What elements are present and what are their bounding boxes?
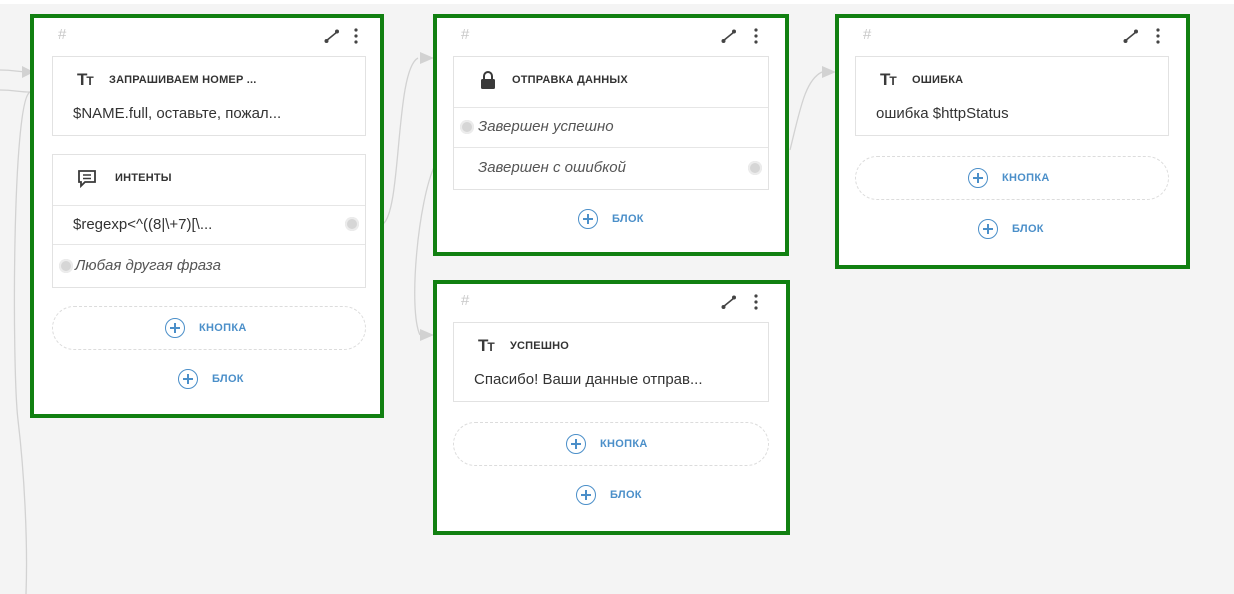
lock-icon bbox=[481, 71, 495, 89]
send-data-card-header: ОТПРАВКА ДАННЫХ bbox=[454, 57, 768, 108]
error-card-title: ОШИБКА bbox=[912, 74, 964, 86]
node-header: # bbox=[437, 284, 786, 320]
more-vertical-icon[interactable] bbox=[1153, 27, 1163, 45]
add-button-pill[interactable]: КНОПКА bbox=[52, 306, 366, 350]
arrow-error bbox=[822, 66, 836, 78]
flow-canvas[interactable]: # TT ЗАПРАШИВАЕМ НОМЕР ... $NAME.full, о… bbox=[0, 0, 1234, 594]
plus-circle-icon bbox=[178, 369, 198, 389]
more-vertical-icon[interactable] bbox=[751, 293, 761, 311]
connect-line-icon[interactable] bbox=[721, 294, 737, 310]
plus-circle-icon bbox=[165, 318, 185, 338]
intents-card-title: ИНТЕНТЫ bbox=[115, 172, 172, 184]
message-card[interactable]: TT ЗАПРАШИВАЕМ НОМЕР ... $NAME.full, ост… bbox=[52, 56, 366, 136]
add-block-button[interactable]: БЛОК bbox=[978, 219, 1044, 239]
add-block-label: БЛОК bbox=[612, 213, 644, 225]
add-button-pill[interactable]: КНОПКА bbox=[855, 156, 1169, 200]
add-block-button[interactable]: БЛОК bbox=[578, 209, 644, 229]
add-button-label: КНОПКА bbox=[1002, 172, 1050, 184]
arrow-send bbox=[420, 52, 434, 64]
plus-circle-icon bbox=[578, 209, 598, 229]
node-send-data[interactable]: # ОТПРАВКА ДАННЫХ Завершен успешно Завер… bbox=[433, 14, 789, 256]
node-header: # bbox=[34, 18, 380, 54]
message-card-header: TT ЗАПРАШИВАЕМ НОМЕР ... bbox=[53, 57, 365, 105]
more-vertical-icon[interactable] bbox=[351, 27, 361, 45]
success-message-card[interactable]: TT УСПЕШНО Спасибо! Ваши данные отправ..… bbox=[453, 322, 769, 402]
intent-row-text: Любая другая фраза bbox=[75, 257, 221, 274]
text-format-icon: TT bbox=[478, 336, 495, 355]
node-error[interactable]: # TT ОШИБКА ошибка $httpStatus КНОПКА БЛ… bbox=[835, 14, 1190, 269]
link-intent-to-send bbox=[382, 57, 419, 225]
intent-row-other[interactable]: Любая другая фраза bbox=[53, 245, 365, 287]
intent-row-text: $regexp<^((8|\+7)[\... bbox=[73, 216, 213, 233]
result-row-error[interactable]: Завершен с ошибкой bbox=[454, 148, 768, 190]
add-block-label: БЛОК bbox=[610, 489, 642, 501]
arrow-success bbox=[420, 329, 434, 341]
text-format-icon: TT bbox=[77, 70, 94, 89]
add-block-label: БЛОК bbox=[212, 373, 244, 385]
connect-line-icon[interactable] bbox=[1123, 28, 1139, 44]
hash-label: # bbox=[58, 26, 67, 43]
connect-line-icon[interactable] bbox=[324, 28, 340, 44]
intents-card-header: ИНТЕНТЫ bbox=[53, 155, 365, 206]
output-port[interactable] bbox=[345, 217, 359, 231]
node-request-number[interactable]: # TT ЗАПРАШИВАЕМ НОМЕР ... $NAME.full, о… bbox=[30, 14, 384, 418]
node-header: # bbox=[839, 18, 1186, 54]
message-card-title: ЗАПРАШИВАЕМ НОМЕР ... bbox=[109, 74, 257, 86]
add-button-pill[interactable]: КНОПКА bbox=[453, 422, 769, 466]
intent-row-regexp[interactable]: $regexp<^((8|\+7)[\... bbox=[53, 205, 365, 244]
add-block-button[interactable]: БЛОК bbox=[178, 369, 244, 389]
result-row-text: Завершен с ошибкой bbox=[478, 159, 626, 176]
success-card-text: Спасибо! Ваши данные отправ... bbox=[474, 371, 703, 388]
link-send-to-error bbox=[789, 71, 823, 151]
plus-circle-icon bbox=[576, 485, 596, 505]
hash-label: # bbox=[461, 26, 470, 43]
plus-circle-icon bbox=[968, 168, 988, 188]
send-data-card-title: ОТПРАВКА ДАННЫХ bbox=[512, 74, 628, 86]
add-button[interactable]: КНОПКА bbox=[968, 168, 1050, 188]
connect-line-icon[interactable] bbox=[721, 28, 737, 44]
result-row-success[interactable]: Завершен успешно bbox=[454, 107, 768, 147]
link-left-long bbox=[13, 91, 31, 594]
message-card-text: $NAME.full, оставьте, пожал... bbox=[73, 105, 282, 122]
plus-circle-icon bbox=[566, 434, 586, 454]
result-row-text: Завершен успешно bbox=[478, 118, 614, 135]
send-data-card[interactable]: ОТПРАВКА ДАННЫХ Завершен успешно Заверше… bbox=[453, 56, 769, 190]
add-button[interactable]: КНОПКА bbox=[566, 434, 648, 454]
plus-circle-icon bbox=[978, 219, 998, 239]
output-port[interactable] bbox=[460, 120, 474, 134]
error-card-header: TT ОШИБКА bbox=[856, 57, 1168, 105]
hash-label: # bbox=[863, 26, 872, 43]
add-block-button[interactable]: БЛОК bbox=[576, 485, 642, 505]
add-button-label: КНОПКА bbox=[600, 438, 648, 450]
node-header: # bbox=[437, 18, 785, 54]
error-card-text: ошибка $httpStatus bbox=[876, 105, 1009, 122]
more-vertical-icon[interactable] bbox=[751, 27, 761, 45]
error-message-card[interactable]: TT ОШИБКА ошибка $httpStatus bbox=[855, 56, 1169, 136]
add-button-label: КНОПКА bbox=[199, 322, 247, 334]
success-card-header: TT УСПЕШНО bbox=[454, 323, 768, 371]
canvas-top-edge bbox=[0, 0, 1234, 4]
text-format-icon: TT bbox=[880, 70, 897, 89]
node-success[interactable]: # TT УСПЕШНО Спасибо! Ваши данные отправ… bbox=[433, 280, 790, 535]
output-port[interactable] bbox=[748, 161, 762, 175]
output-port[interactable] bbox=[59, 259, 73, 273]
add-button[interactable]: КНОПКА bbox=[165, 318, 247, 338]
link-left-in-1 bbox=[0, 69, 31, 73]
link-left-in-2 bbox=[0, 89, 31, 93]
chat-bubble-icon bbox=[78, 170, 96, 189]
add-block-label: БЛОК bbox=[1012, 223, 1044, 235]
hash-label: # bbox=[461, 292, 470, 309]
link-other-to-success bbox=[414, 164, 436, 336]
intents-card[interactable]: ИНТЕНТЫ $regexp<^((8|\+7)[\... Любая дру… bbox=[52, 154, 366, 288]
success-card-title: УСПЕШНО bbox=[510, 340, 569, 352]
